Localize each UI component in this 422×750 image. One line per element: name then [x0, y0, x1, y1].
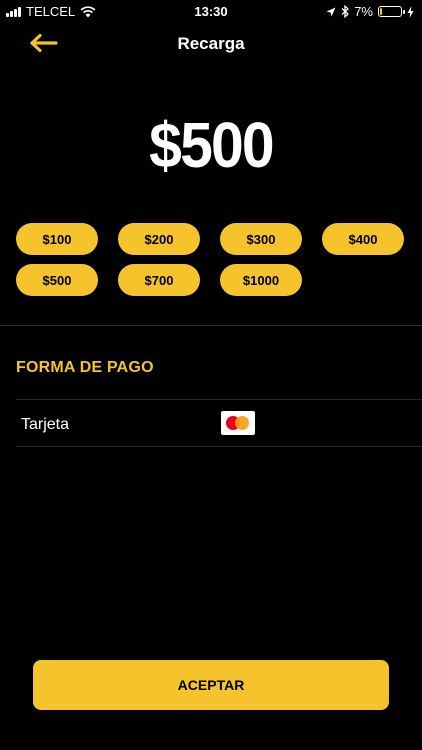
amount-chip-400[interactable]: $400 [322, 223, 404, 255]
amount-chip-700[interactable]: $700 [118, 264, 200, 296]
payment-section-title: FORMA DE PAGO [16, 359, 154, 376]
status-bar: TELCEL 13:30 7% [0, 0, 422, 22]
battery-percent: 7% [354, 4, 373, 19]
bluetooth-icon [341, 5, 350, 18]
amount-chip-500[interactable]: $500 [16, 264, 98, 296]
amount-chip-300[interactable]: $300 [220, 223, 302, 255]
selected-amount: $500 [149, 109, 274, 181]
amount-chip-100[interactable]: $100 [16, 223, 98, 255]
amount-chip-1000[interactable]: $1000 [220, 264, 302, 296]
payment-method-label: Tarjeta [21, 416, 70, 433]
battery-fill [380, 8, 382, 15]
payment-method-row[interactable]: Tarjeta [16, 399, 422, 447]
mastercard-icon [221, 411, 255, 435]
page-title: Recarga [177, 34, 245, 53]
status-right: 7% [326, 4, 414, 19]
section-divider [0, 325, 422, 326]
amount-options: $100 $200 $300 $400 $500 $700 $1000 [16, 223, 408, 296]
accept-button[interactable]: ACEPTAR [33, 660, 389, 710]
amount-chip-200[interactable]: $200 [118, 223, 200, 255]
location-icon [326, 7, 336, 16]
battery-icon [378, 6, 405, 17]
charging-icon [407, 5, 414, 18]
